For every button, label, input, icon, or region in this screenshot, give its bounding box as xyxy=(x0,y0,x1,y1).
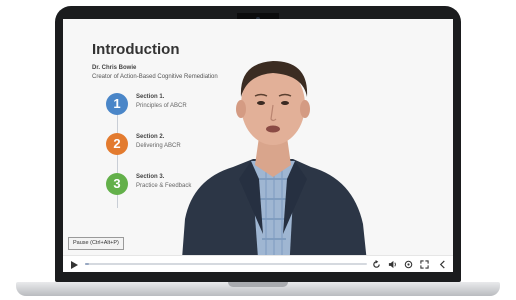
replay-icon[interactable] xyxy=(371,259,382,270)
play-icon[interactable] xyxy=(69,259,80,270)
laptop-base-notch xyxy=(228,282,288,287)
video-screen[interactable]: Introduction Dr. Chris Bowie Creator of … xyxy=(63,19,453,272)
laptop-base xyxy=(16,282,500,296)
player-controls xyxy=(63,255,453,272)
progress-bar[interactable] xyxy=(85,263,367,265)
volume-icon[interactable] xyxy=(387,259,398,270)
pause-tooltip: Pause (Ctrl+Alt+P) xyxy=(68,237,124,250)
laptop-frame: Introduction Dr. Chris Bowie Creator of … xyxy=(55,6,461,282)
progress-fill xyxy=(85,263,90,265)
presenter-video xyxy=(181,61,368,272)
fullscreen-icon[interactable] xyxy=(419,259,430,270)
collapse-icon[interactable] xyxy=(437,259,448,270)
settings-icon[interactable] xyxy=(403,259,414,270)
